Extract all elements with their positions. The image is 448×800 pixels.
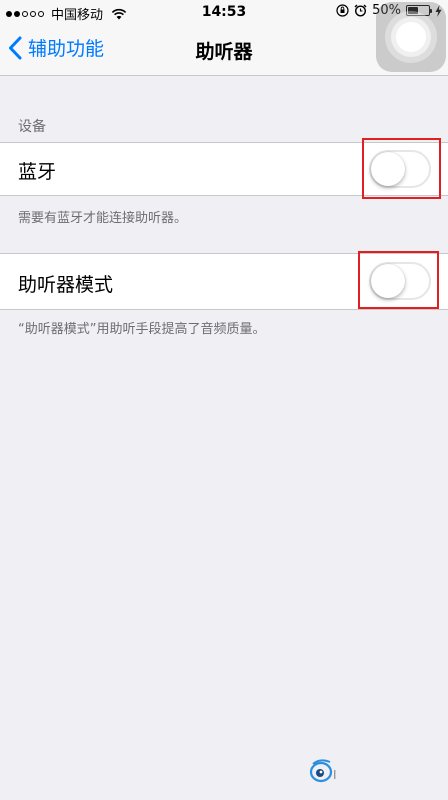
highlight-box-bluetooth	[362, 138, 441, 199]
assistive-touch-ring	[385, 11, 437, 63]
hearing-aid-mode-footer: “助听器模式”用助听手段提高了音频质量。	[18, 322, 266, 337]
section-header-devices: 设备	[18, 119, 46, 135]
watermark-logo-icon	[309, 759, 336, 783]
bluetooth-footer: 需要有蓝牙才能连接助听器。	[18, 211, 188, 226]
assistive-touch-button[interactable]	[376, 2, 446, 72]
alarm-icon	[354, 4, 367, 17]
bluetooth-label: 蓝牙	[18, 161, 57, 183]
assistive-touch-core	[396, 22, 426, 52]
hearing-aid-mode-label: 助听器模式	[18, 274, 114, 296]
orientation-lock-icon	[336, 4, 349, 17]
assistive-touch-ring	[391, 17, 431, 57]
highlight-box-hearing-mode	[358, 251, 439, 309]
